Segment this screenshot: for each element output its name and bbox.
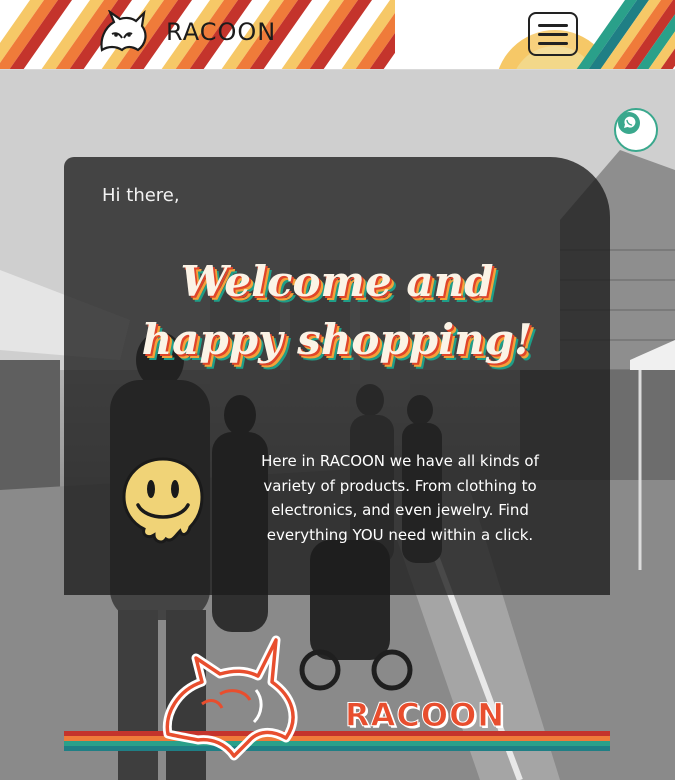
melting-smiley-icon bbox=[122, 457, 204, 544]
whatsapp-icon bbox=[618, 112, 640, 134]
store-description: Here in RACOON we have all kinds of vari… bbox=[261, 452, 539, 544]
hamburger-menu-icon bbox=[538, 23, 568, 27]
footer-brand-name: RACOON bbox=[344, 696, 506, 735]
brand-name: RACOON bbox=[166, 18, 277, 46]
footer-stripes bbox=[64, 731, 610, 753]
whatsapp-button[interactable] bbox=[614, 108, 658, 152]
fox-outline-logo-icon bbox=[162, 635, 298, 761]
menu-toggle-button[interactable] bbox=[528, 12, 578, 56]
welcome-headline: Welcome and happy shopping! bbox=[141, 257, 533, 364]
brand-home-link[interactable]: RACOON bbox=[96, 10, 276, 54]
greeting-text: Hi there, bbox=[102, 185, 180, 206]
site-header: RACOON bbox=[0, 0, 675, 70]
fox-head-icon bbox=[100, 10, 147, 52]
